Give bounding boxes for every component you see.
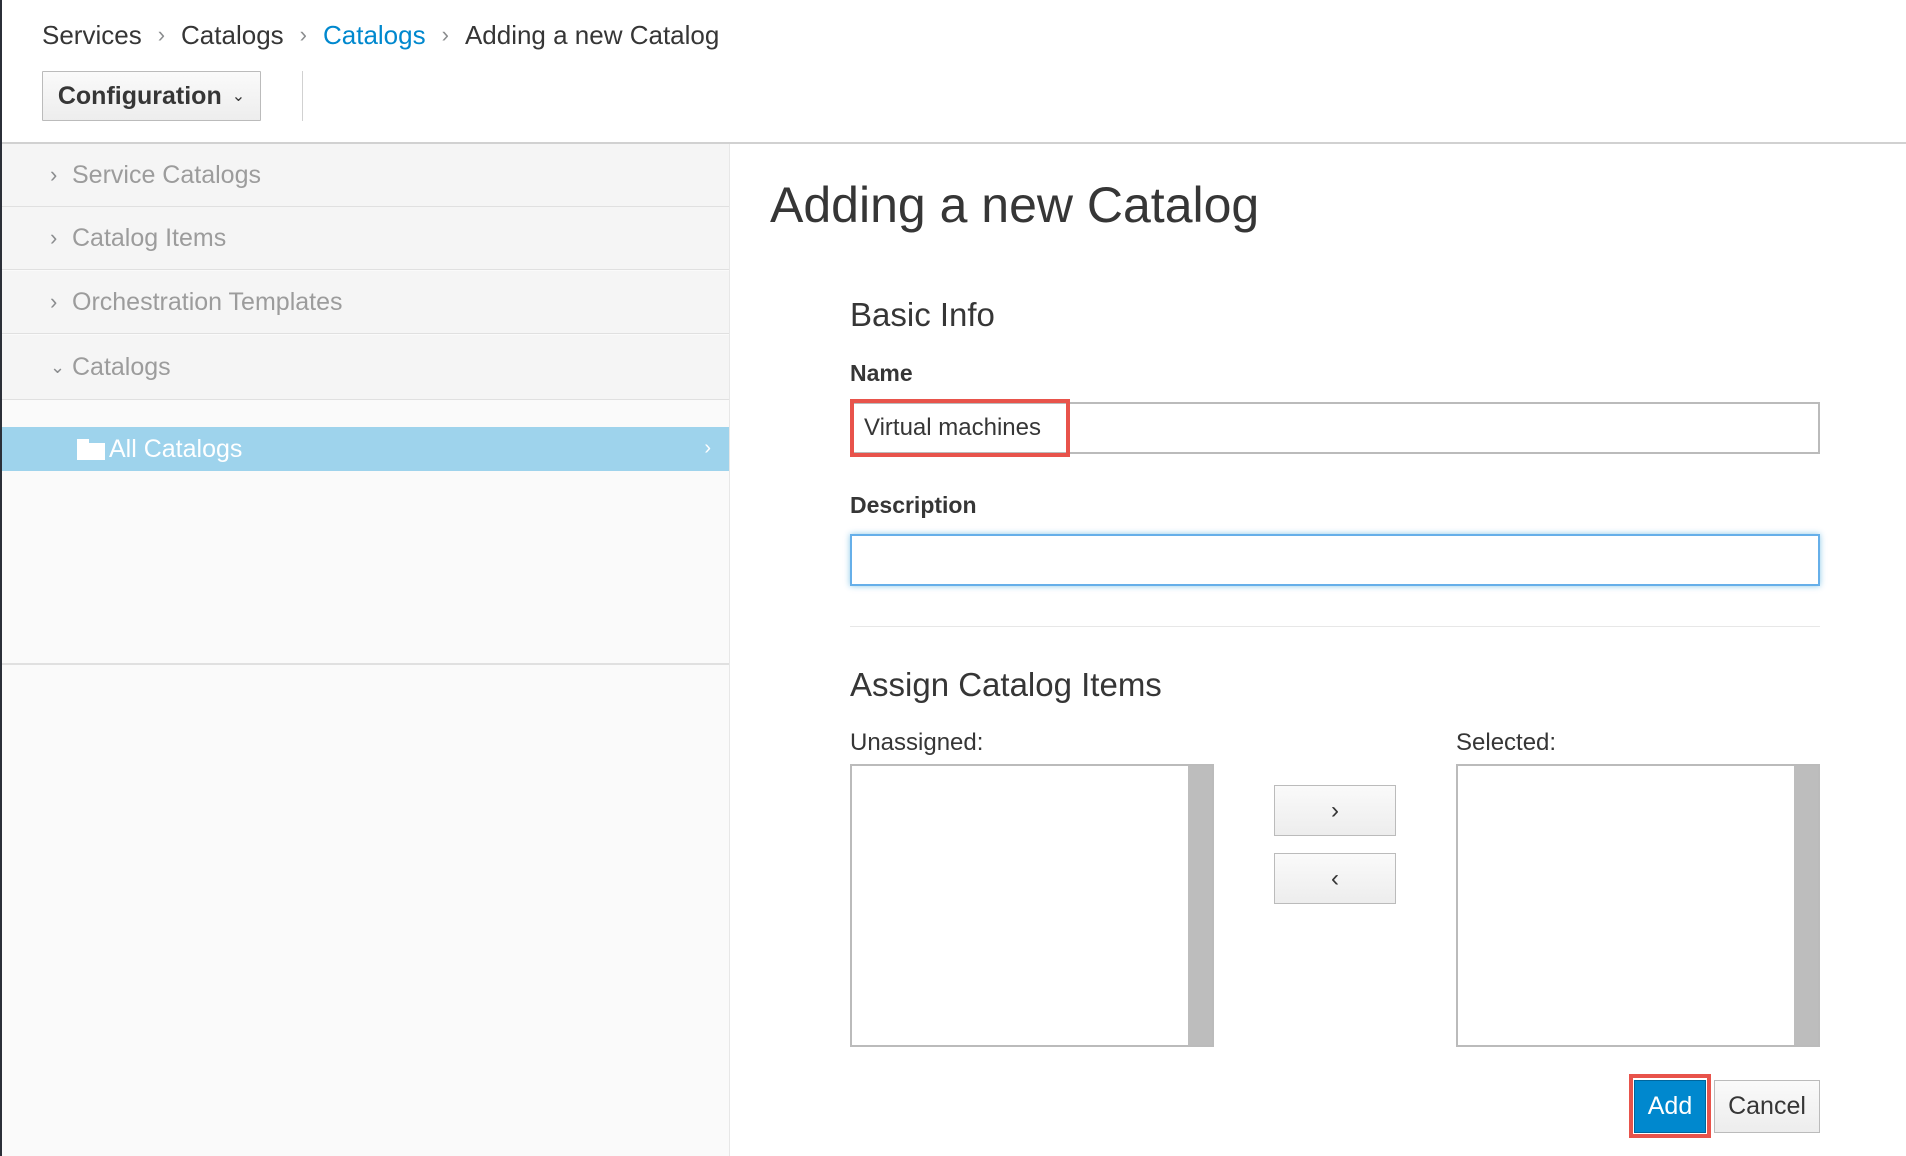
toolbar-divider	[302, 71, 303, 121]
description-label: Description	[850, 492, 977, 518]
cancel-button[interactable]: Cancel	[1714, 1080, 1820, 1133]
section-divider	[850, 626, 1820, 627]
selected-label: Selected:	[1456, 729, 1557, 756]
chevron-right-icon: ›	[704, 437, 711, 459]
description-input[interactable]	[850, 534, 1820, 586]
breadcrumb-separator-icon: ›	[157, 22, 166, 47]
chevron-right-icon: ›	[50, 225, 58, 250]
name-input-highlight	[850, 399, 1070, 457]
catalogs-tree: All Catalogs ›	[2, 400, 729, 665]
configuration-label: Configuration	[57, 81, 222, 110]
move-left-button[interactable]: ‹	[1274, 853, 1396, 904]
tree-item-label: All Catalogs	[109, 434, 243, 463]
name-label: Name	[850, 360, 913, 386]
accordion-service-catalogs[interactable]: › Service Catalogs	[2, 144, 729, 207]
unassigned-label: Unassigned:	[850, 729, 984, 756]
breadcrumb-link-catalogs[interactable]: Catalogs	[323, 20, 426, 51]
selected-listbox[interactable]	[1456, 764, 1820, 1047]
accordion-catalog-items[interactable]: › Catalog Items	[2, 207, 729, 270]
chevron-right-icon: ›	[1331, 796, 1339, 824]
folder-icon	[77, 439, 105, 460]
chevron-down-icon: ⌄	[231, 88, 246, 105]
chevron-right-icon: ›	[50, 162, 58, 187]
breadcrumb-separator-icon: ›	[441, 22, 449, 47]
sidebar: › Service Catalogs › Catalog Items › Orc…	[2, 144, 730, 1156]
breadcrumb-separator-icon: ›	[299, 22, 307, 47]
unassigned-scrollbar[interactable]	[1188, 766, 1212, 1045]
accordion-label: Service Catalogs	[72, 160, 261, 189]
basic-info-heading: Basic Info	[850, 296, 995, 333]
chevron-right-icon: ›	[50, 289, 58, 314]
unassigned-listbox[interactable]	[850, 764, 1214, 1047]
page-title: Adding a new Catalog	[770, 177, 1260, 233]
assign-catalog-items-heading: Assign Catalog Items	[850, 666, 1162, 703]
accordion-orchestration-templates[interactable]: › Orchestration Templates	[2, 271, 729, 334]
accordion-label: Catalog Items	[72, 223, 227, 252]
chevron-down-icon: ⌄	[50, 356, 66, 377]
breadcrumb-item-services[interactable]: Services	[42, 20, 142, 51]
breadcrumb-current-page: Adding a new Catalog	[464, 19, 720, 50]
chevron-left-icon: ‹	[1331, 864, 1339, 892]
tree-item-all-catalogs[interactable]: All Catalogs ›	[2, 427, 729, 471]
breadcrumb: Services › Catalogs › Catalogs › Adding …	[42, 18, 719, 52]
accordion-label: Orchestration Templates	[72, 287, 343, 316]
move-right-button[interactable]: ›	[1274, 785, 1396, 836]
add-button[interactable]: Add	[1634, 1080, 1706, 1133]
breadcrumb-item-catalogs[interactable]: Catalogs	[181, 20, 284, 51]
accordion-catalogs[interactable]: ⌄ Catalogs	[2, 335, 729, 400]
configuration-dropdown-button[interactable]: Configuration ⌄	[42, 71, 261, 121]
accordion-label: Catalogs	[72, 352, 171, 381]
selected-scrollbar[interactable]	[1794, 766, 1818, 1045]
